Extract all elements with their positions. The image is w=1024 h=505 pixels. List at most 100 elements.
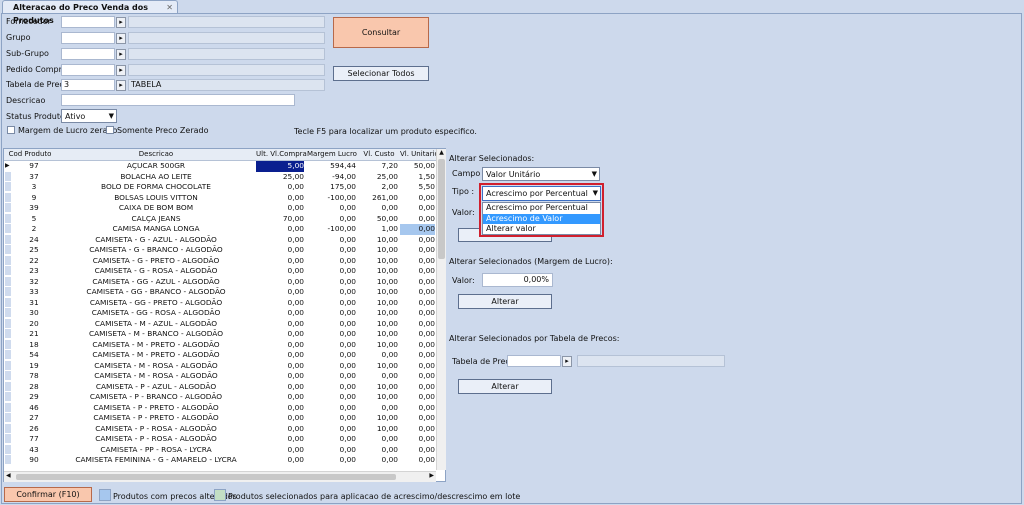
table-row[interactable]: 3 BOLO DE FORMA CHOCOLATE 0,00 175,00 2,00 5,… [4, 182, 437, 193]
table-cell[interactable]: CAMISETA - GG - AZUL - ALGODÃO [56, 277, 256, 288]
table-cell[interactable]: 0,00 [256, 287, 304, 298]
row-indicator[interactable] [5, 329, 11, 338]
status-select[interactable]: Ativo ▼ [61, 109, 117, 123]
grid-horizontal-scrollbar[interactable]: ◀ ▶ [4, 471, 436, 482]
table-cell[interactable]: CAMISETA - M - PRETO - ALGODÃO [56, 350, 256, 361]
table-cell[interactable]: 0,00 [256, 434, 304, 445]
table-cell[interactable]: 0,00 [306, 277, 356, 288]
table-cell[interactable]: 0,00 [256, 361, 304, 372]
table-cell[interactable]: 0,00 [256, 350, 304, 361]
table-cell[interactable]: 0,00 [358, 203, 398, 214]
row-indicator[interactable] [5, 266, 11, 275]
table-row[interactable]: 37 BOLACHA AO LEITE 25,00 -94,00 25,00 1,50 [4, 171, 437, 183]
table-cell[interactable]: 9 [12, 193, 56, 204]
table-row[interactable]: 28 CAMISETA - P - AZUL - ALGODÃO 0,00 0,00 1… [4, 381, 437, 393]
tabela-input[interactable]: 3 [61, 79, 115, 91]
consultar-button[interactable]: Consultar [333, 17, 429, 48]
table-cell[interactable]: 7,20 [358, 161, 398, 172]
table-cell[interactable]: 0,00 [400, 193, 435, 204]
row-indicator[interactable] [5, 402, 11, 412]
table-cell[interactable]: CAMISETA - G - BRANCO - ALGODÃO [56, 245, 256, 256]
table-cell[interactable]: 0,00 [400, 382, 435, 393]
table-row[interactable]: 78 CAMISETA - M - ROSA - ALGODÃO 0,00 0,00 0… [4, 371, 437, 382]
table-cell[interactable]: 1,00 [358, 224, 398, 235]
table-cell[interactable]: 22 [12, 256, 56, 267]
table-cell[interactable]: CAMISETA - G - PRETO - ALGODÃO [56, 256, 256, 267]
table-cell[interactable]: BOLO DE FORMA CHOCOLATE [56, 182, 256, 193]
row-indicator[interactable] [5, 308, 11, 317]
table-row[interactable]: 31 CAMISETA - GG - PRETO - ALGODÃO 0,00 0,0… [4, 297, 437, 309]
tipo-option-alterar[interactable]: Alterar valor [483, 224, 600, 235]
table-cell[interactable]: 26 [12, 424, 56, 435]
row-indicator[interactable] [5, 245, 11, 254]
table-cell[interactable]: 0,00 [400, 308, 435, 319]
row-indicator[interactable] [5, 371, 11, 380]
row-indicator[interactable] [5, 171, 11, 181]
table-cell[interactable]: 0,00 [256, 445, 304, 456]
table-cell[interactable]: 175,00 [306, 182, 356, 193]
table-row[interactable]: 23 CAMISETA - G - ROSA - ALGODÃO 0,00 0,00 1… [4, 266, 437, 277]
table-cell[interactable]: CAMISETA - G - AZUL - ALGODÃO [56, 235, 256, 246]
table-cell[interactable]: 24 [12, 235, 56, 246]
table-row[interactable]: 21 CAMISETA - M - BRANCO - ALGODÃO 0,00 0,0… [4, 329, 437, 340]
table-cell[interactable]: 0,00 [256, 224, 304, 235]
table-cell[interactable]: 32 [12, 277, 56, 288]
table-cell[interactable]: 23 [12, 266, 56, 277]
table-cell[interactable]: 90 [12, 455, 56, 466]
table-row[interactable]: 5 CALÇA JEANS 70,00 0,00 50,00 0,00 [4, 213, 437, 225]
table-cell[interactable]: CAMISETA - M - ROSA - ALGODÃO [56, 371, 256, 382]
table-row[interactable]: 29 CAMISETA - P - BRANCO - ALGODÃO 0,00 0,0… [4, 392, 437, 403]
table-row[interactable]: 90 CAMISETA FEMININA - G - AMARELO - LYCR… [4, 455, 437, 466]
table-cell[interactable]: CAMISETA - P - PRETO - ALGODÃO [56, 413, 256, 424]
table-cell[interactable]: 0,00 [306, 298, 356, 309]
table-row[interactable]: 77 CAMISETA - P - ROSA - ALGODÃO 0,00 0,00 0… [4, 434, 437, 445]
row-indicator[interactable] [5, 381, 11, 391]
table-cell[interactable]: 70,00 [256, 214, 304, 225]
table-cell[interactable]: 0,00 [400, 245, 435, 256]
table-cell[interactable]: BOLSAS LOUIS VITTON [56, 193, 256, 204]
tabela-preco-input[interactable] [507, 355, 561, 367]
table-row[interactable]: 2 CAMISA MANGA LONGA 0,00 -100,00 1,00 0,00 [4, 224, 437, 235]
table-cell[interactable]: 27 [12, 413, 56, 424]
row-indicator[interactable] [5, 224, 11, 233]
table-cell[interactable]: 39 [12, 203, 56, 214]
row-indicator[interactable] [5, 392, 11, 401]
horizontal-scroll-thumb[interactable] [16, 474, 396, 480]
table-row[interactable]: 54 CAMISETA - M - PRETO - ALGODÃO 0,00 0,00… [4, 350, 437, 361]
descricao-input[interactable] [61, 94, 295, 106]
table-cell[interactable]: 0,00 [306, 266, 356, 277]
table-cell[interactable]: 46 [12, 403, 56, 414]
table-cell[interactable]: 77 [12, 434, 56, 445]
table-cell[interactable]: 0,00 [306, 287, 356, 298]
table-cell[interactable]: CAMISETA - P - ROSA - ALGODÃO [56, 434, 256, 445]
table-cell[interactable]: 0,00 [400, 256, 435, 267]
row-indicator[interactable] [5, 350, 11, 359]
table-cell[interactable]: 0,00 [256, 235, 304, 246]
table-cell[interactable]: 0,00 [400, 298, 435, 309]
table-cell[interactable]: 0,00 [256, 266, 304, 277]
table-cell[interactable]: 0,00 [256, 193, 304, 204]
table-cell[interactable]: -100,00 [306, 193, 356, 204]
selecionar-todos-button[interactable]: Selecionar Todos [333, 66, 429, 81]
alterar-tabela-button[interactable]: Alterar [458, 379, 552, 394]
table-row[interactable]: 25 CAMISETA - G - BRANCO - ALGODÃO 0,00 0,0… [4, 245, 437, 256]
table-cell[interactable]: 0,00 [306, 235, 356, 246]
table-cell[interactable]: 0,00 [256, 182, 304, 193]
table-row[interactable]: 9 BOLSAS LOUIS VITTON 0,00 -100,00 261,00 0,0… [4, 192, 437, 204]
table-cell[interactable]: 0,00 [400, 455, 435, 466]
table-cell[interactable]: 97 [12, 161, 56, 172]
table-cell[interactable]: 0,00 [400, 403, 435, 414]
table-cell[interactable]: CAMISETA - M - PRETO - ALGODÃO [56, 340, 256, 351]
table-cell[interactable]: 10,00 [358, 340, 398, 351]
table-cell[interactable]: 20 [12, 319, 56, 330]
table-cell[interactable]: CAMISETA - GG - BRANCO - ALGODÃO [56, 287, 256, 298]
table-cell[interactable]: 0,00 [256, 277, 304, 288]
table-cell[interactable]: 2 [12, 224, 56, 235]
table-cell[interactable]: 33 [12, 287, 56, 298]
table-cell[interactable]: 0,00 [400, 224, 435, 235]
grupo-lookup-button[interactable]: ▸ [116, 33, 126, 44]
subgrupo-lookup-button[interactable]: ▸ [116, 49, 126, 60]
table-cell[interactable]: CAMISETA - GG - PRETO - ALGODÃO [56, 298, 256, 309]
table-row[interactable]: 33 CAMISETA - GG - BRANCO - ALGODÃO 0,00 0,… [4, 287, 437, 298]
table-cell[interactable]: 10,00 [358, 245, 398, 256]
